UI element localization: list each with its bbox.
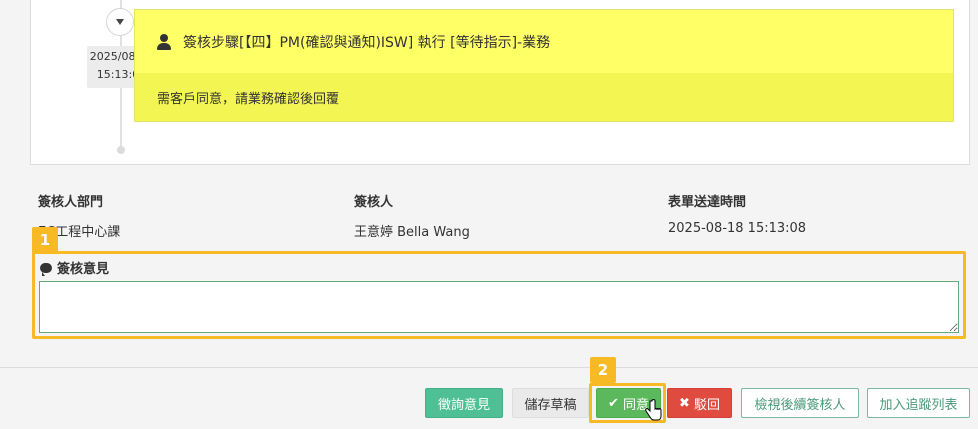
approval-step-body: 需客戶同意，請業務確認後回覆: [135, 73, 953, 121]
sent-time-value: 2025-08-18 15:13:08: [668, 221, 807, 236]
view-next-approvers-button[interactable]: 檢視後續簽核人: [741, 388, 859, 418]
user-icon: [157, 33, 171, 50]
sent-time-column: 表單送達時間 2025-08-18 15:13:08: [668, 191, 806, 236]
reject-button-label: 駁回: [693, 397, 720, 413]
consult-button-label: 徵詢意見: [437, 397, 490, 413]
timeline-toggle-button[interactable]: [106, 8, 134, 36]
view-next-approvers-label: 檢視後續簽核人: [754, 397, 846, 413]
approval-step-header: 簽核步驟[【四】PM(確認與通知)ISW] 執行 [等待指示]-業務: [135, 10, 953, 73]
sent-time-label: 表單送達時間: [668, 195, 747, 210]
approver-label: 簽核人: [354, 195, 394, 210]
caret-down-icon: [116, 19, 124, 25]
highlight-box-1: [32, 251, 966, 339]
close-icon: ✖: [679, 395, 690, 411]
approval-step-title: 簽核步驟[【四】PM(確認與通知)ISW] 執行 [等待指示]-業務: [183, 34, 551, 51]
approval-step-note: 簽核步驟[【四】PM(確認與通知)ISW] 執行 [等待指示]-業務 需客戶同意…: [134, 9, 954, 122]
approver-column: 簽核人 王意婷 Bella Wang: [354, 191, 470, 240]
reject-button[interactable]: ✖ 駁回: [667, 388, 732, 418]
step-badge-2: 2: [590, 357, 616, 383]
save-draft-button-label: 儲存草稿: [524, 397, 577, 413]
step-badge-1: 1: [32, 227, 58, 253]
timeline-end-dot: [117, 146, 125, 154]
footer-divider: [0, 367, 978, 368]
department-label: 簽核人部門: [38, 195, 104, 210]
add-tracking-button[interactable]: 加入追蹤列表: [867, 388, 970, 418]
approval-step-message: 需客戶同意，請業務確認後回覆: [157, 91, 340, 107]
consult-button[interactable]: 徵詢意見: [425, 388, 503, 418]
hand-cursor-icon: [645, 399, 662, 421]
save-draft-button[interactable]: 儲存草稿: [512, 388, 589, 418]
approver-value: 王意婷 Bella Wang: [354, 225, 470, 240]
add-tracking-label: 加入追蹤列表: [879, 397, 958, 413]
